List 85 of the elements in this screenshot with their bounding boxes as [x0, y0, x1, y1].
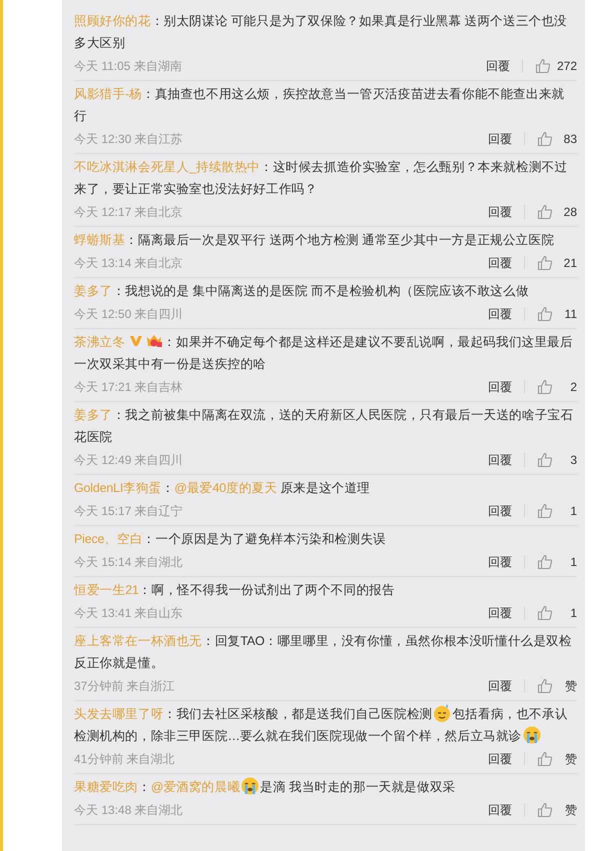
- thumbs-up-icon[interactable]: [537, 604, 553, 620]
- like-count: 1: [569, 604, 577, 622]
- comment-meta: 今天 11:05 来自湖南: [74, 58, 182, 74]
- thumbs-up-icon[interactable]: [537, 554, 553, 570]
- comment-meta: 41分钟前 来自湖北: [74, 750, 175, 768]
- reply-button[interactable]: 回覆: [488, 450, 512, 468]
- crying-emoji-icon: [522, 725, 542, 745]
- comment-text: 不吃冰淇淋会死星人_持续散热中：这时候去抓造价实验室，怎么甄别？本来就检测不过来了，要让正常实验室也没法好好工作吗？: [74, 159, 568, 198]
- comment-text: Piece、空白：一个原因是为了避免样本污染和检测失误: [74, 531, 387, 548]
- thumbs-up-icon[interactable]: [537, 750, 553, 766]
- comment-meta: 今天 13:48 来自湖北: [74, 802, 183, 818]
- reply-button[interactable]: 回覆: [488, 750, 512, 768]
- thumbs-up-icon[interactable]: [537, 378, 553, 394]
- reply-button[interactable]: 回覆: [488, 800, 512, 818]
- like-count: 83: [562, 130, 577, 148]
- reply-button[interactable]: 回覆: [488, 130, 512, 148]
- username-link[interactable]: 蜉蝣斯基: [74, 233, 126, 247]
- like-count: 赞: [564, 802, 577, 818]
- username-link[interactable]: GoldenLI李狗蛋: [74, 481, 162, 495]
- like-count: 1: [569, 502, 577, 520]
- username-link[interactable]: 果糖爱吃肉: [74, 780, 138, 794]
- thumbs-up-icon[interactable]: [537, 502, 553, 518]
- comment-text: 头发去哪里了呀：我们去社区采核酸，都是送我们自己医院检测 包括看病，也不承认检测机构的，除非三甲医院…要么就在我们医院现做一个留个样，然后立马就诊: [74, 703, 577, 747]
- reply-button[interactable]: 回覆: [488, 676, 512, 694]
- crying-emoji-icon: [240, 776, 260, 796]
- comment-text: 照顾好你的花：别太阴谋论 可能只是为了双保险？如果真是行业黑幕 送两个送三个也没多大区别: [74, 13, 568, 52]
- comment-meta: 今天 12:30 来自江苏: [74, 130, 183, 148]
- comment-text: 果糖爱吃肉：@爱酒窝的晨曦 是滴 我当时走的那一天就是做双采: [74, 776, 577, 798]
- member-crown-icon: [145, 333, 164, 349]
- comment-meta: 今天 13:14 来自北京: [74, 254, 183, 272]
- like-count: 赞: [564, 750, 577, 768]
- comment-meta: 37分钟前 来自浙江: [74, 678, 175, 694]
- thumbs-up-icon[interactable]: [537, 254, 553, 270]
- comment-meta: 今天 17:21 来自吉林: [74, 378, 183, 396]
- sweat-emoji-icon: [432, 703, 452, 723]
- username-link[interactable]: Piece、空白: [74, 532, 143, 546]
- comment-meta: 今天 12:49 来自四川: [74, 452, 183, 468]
- comment-meta: 今天 12:50 来自四川: [74, 306, 183, 322]
- like-count: 3: [569, 452, 577, 468]
- comment-text: 恒爱一生21：啊，怪不得我一份试剂出了两个不同的报告: [74, 582, 396, 599]
- comment-meta: 今天 13:41 来自山东: [74, 604, 183, 622]
- comment-text: 风影猎手-杨：真抽查也不用这么烦，疾控故意当一管灭活疫苗进去看你能不能查出来就行: [74, 86, 566, 125]
- comment-text: 姜多了：我之前被集中隔离在双流，送的天府新区人民医院，只有最后一天送的啥子宝石花医院: [74, 407, 574, 446]
- username-link[interactable]: 座上客常在一杯酒也无: [74, 634, 202, 648]
- like-count: 28: [562, 204, 577, 220]
- reply-button[interactable]: 回覆: [488, 502, 512, 520]
- like-count: 21: [562, 254, 577, 272]
- username-link[interactable]: 恒爱一生21: [74, 583, 139, 597]
- reply-button[interactable]: 回覆: [488, 378, 512, 396]
- username-link[interactable]: 不吃冰淇淋会死星人_持续散热中: [74, 160, 260, 174]
- thumbs-up-icon[interactable]: [537, 802, 553, 818]
- reply-button[interactable]: 回覆: [488, 202, 512, 220]
- thumbs-up-icon[interactable]: [537, 452, 553, 468]
- comment-text: 茶沸立冬 ：如果并不确定每个都是这样还是建议不要乱说啊，最起码我们这里最后一次双采其中有一份是送疾控的哈: [74, 332, 574, 373]
- mention-link[interactable]: @爱酒窝的晨曦: [150, 780, 240, 794]
- reply-button[interactable]: 回覆: [488, 604, 512, 622]
- username-link[interactable]: 姜多了: [74, 408, 112, 422]
- thumbs-up-icon[interactable]: [537, 678, 553, 694]
- thumbs-up-icon[interactable]: [537, 306, 553, 322]
- comment-meta: 今天 15:14 来自湖北: [74, 554, 183, 570]
- reply-button[interactable]: 回覆: [488, 552, 512, 570]
- like-count: 1: [569, 554, 577, 570]
- like-count: 272: [556, 58, 577, 74]
- verified-v-icon: [129, 335, 144, 347]
- reply-button[interactable]: 回覆: [488, 304, 512, 322]
- reply-button[interactable]: 回覆: [486, 56, 510, 74]
- thumbs-up-icon[interactable]: [537, 130, 553, 146]
- username-link[interactable]: 茶沸立冬: [74, 335, 126, 349]
- like-count: 2: [569, 378, 577, 396]
- mention-link[interactable]: @最爱40度的夏天: [174, 481, 278, 495]
- comment-text: GoldenLI李狗蛋：@最爱40度的夏天 原来是这个道理: [74, 480, 372, 497]
- comment-text: 座上客常在一杯酒也无：回复TAO：哪里哪里，没有你懂，虽然你根本没听懂什么是双检反正你就是懂。: [74, 633, 573, 672]
- comment-text: 蜉蝣斯基：隔离最后一次是双平行 送两个地方检测 通常至少其中一方是正规公立医院: [74, 232, 556, 249]
- comment-meta: 今天 15:17 来自辽宁: [74, 502, 183, 520]
- thumbs-up-icon[interactable]: [537, 204, 553, 220]
- thumbs-up-icon[interactable]: [534, 58, 551, 74]
- username-link[interactable]: 头发去哪里了呀: [74, 707, 164, 721]
- comment-text: 姜多了：我想说的是 集中隔离送的是医院 而不是检验机构（医院应该不敢这么做: [74, 283, 530, 300]
- comment-meta: 今天 12:17 来自北京: [74, 204, 183, 220]
- username-link[interactable]: 照顾好你的花: [74, 14, 151, 28]
- username-link[interactable]: 姜多了: [74, 284, 112, 298]
- reply-button[interactable]: 回覆: [488, 254, 512, 272]
- like-count: 赞: [564, 678, 577, 694]
- like-count: 11: [564, 306, 577, 322]
- username-link[interactable]: 风影猎手-杨: [74, 87, 142, 101]
